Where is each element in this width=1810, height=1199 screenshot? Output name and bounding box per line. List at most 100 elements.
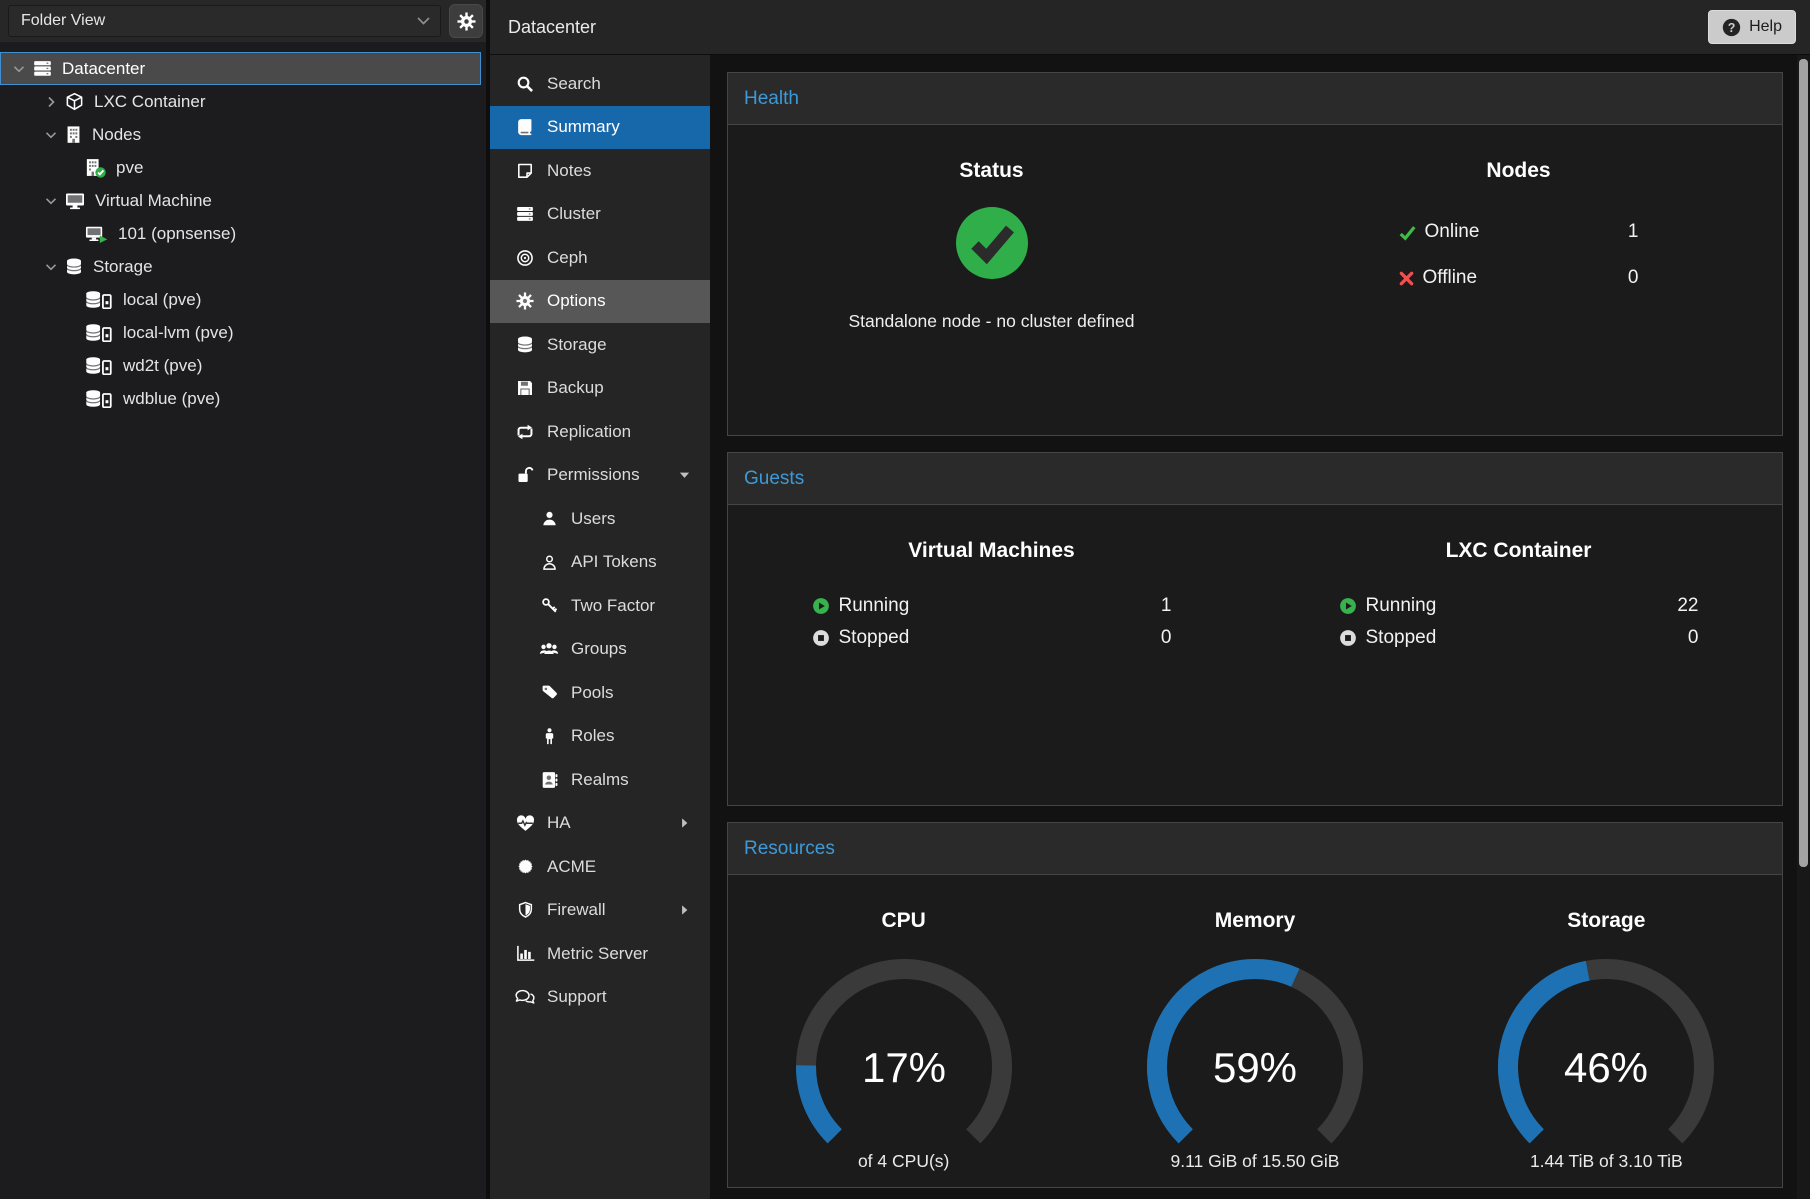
tree-item-nodes[interactable]: Nodes bbox=[0, 118, 481, 151]
menu-item-cluster[interactable]: Cluster bbox=[490, 193, 710, 237]
tree-item-label: Nodes bbox=[92, 125, 141, 145]
menu-item-ceph[interactable]: Ceph bbox=[490, 236, 710, 280]
status-heading: Status bbox=[959, 159, 1023, 183]
building-check-icon bbox=[85, 158, 106, 178]
datacenter-menu: Search SummaryNotes Cluster Ceph OptionsStor… bbox=[490, 55, 710, 1199]
guests-stat-rows: Running22Stopped0 bbox=[1339, 595, 1699, 649]
tree-settings-button[interactable] bbox=[449, 4, 483, 38]
resource-gauge-memory: Memory 59% 9.11 GiB of 15.50 GiB bbox=[1079, 875, 1430, 1188]
menu-item-roles[interactable]: Roles bbox=[490, 715, 710, 759]
view-selector-value: Folder View bbox=[21, 12, 105, 30]
menu-item-api-tokens[interactable]: API Tokens bbox=[490, 541, 710, 585]
stat-label: Running bbox=[1366, 595, 1437, 617]
menu-item-acme[interactable]: ACME bbox=[490, 845, 710, 889]
menu-item-pools[interactable]: Pools bbox=[490, 671, 710, 715]
chevron-down-icon bbox=[417, 17, 430, 25]
menu-item-label: ACME bbox=[547, 857, 596, 877]
tree-item-lxc-container[interactable]: LXC Container bbox=[0, 85, 481, 118]
menu-item-options[interactable]: Options bbox=[490, 280, 710, 324]
stat-label: Stopped bbox=[839, 627, 910, 649]
menu-item-storage[interactable]: Storage bbox=[490, 323, 710, 367]
menu-item-label: Firewall bbox=[547, 900, 606, 920]
menu-item-notes[interactable]: Notes bbox=[490, 149, 710, 193]
stat-row-running: Running 22 bbox=[1339, 595, 1699, 617]
tree-item-virtual-machine[interactable]: Virtual Machine bbox=[0, 184, 481, 217]
content-scrollbar[interactable] bbox=[1797, 55, 1810, 1199]
stat-value: 1 bbox=[1161, 595, 1172, 617]
menu-item-label: Metric Server bbox=[547, 944, 648, 964]
health-panel-header: Health bbox=[728, 73, 1782, 125]
menu-item-label: Replication bbox=[547, 422, 631, 442]
menu-item-label: API Tokens bbox=[571, 552, 657, 572]
view-selector[interactable]: Folder View bbox=[8, 5, 441, 37]
menu-item-support[interactable]: Support bbox=[490, 976, 710, 1020]
desktop-icon bbox=[65, 192, 85, 210]
chevron-down-icon[interactable] bbox=[43, 259, 65, 275]
gauge-heading: CPU bbox=[881, 909, 925, 933]
gauge-percent: 46% bbox=[1564, 1044, 1648, 1091]
resource-tree: DatacenterLXC Container Nodes pveVirtual M… bbox=[0, 42, 486, 415]
menu-item-label: Backup bbox=[547, 378, 604, 398]
gauge-percent: 59% bbox=[1213, 1044, 1297, 1091]
tree-item-wdblue-pve[interactable]: wdblue (pve) bbox=[0, 382, 481, 415]
shield-icon bbox=[514, 901, 536, 919]
gauge-arc: 17% bbox=[779, 949, 1029, 1151]
menu-item-replication[interactable]: Replication bbox=[490, 410, 710, 454]
guests-column-lxc-container: LXC ContainerRunning22Stopped0 bbox=[1255, 505, 1782, 806]
menu-item-permissions[interactable]: Permissions bbox=[490, 454, 710, 498]
nodes-stat-rows: Online1Offline0 bbox=[1399, 221, 1639, 289]
chevron-right-icon[interactable] bbox=[43, 94, 65, 110]
menu-item-label: Cluster bbox=[547, 204, 601, 224]
menu-item-label: Ceph bbox=[547, 248, 588, 268]
menu-item-label: Search bbox=[547, 74, 601, 94]
menu-item-realms[interactable]: Realms bbox=[490, 758, 710, 802]
menu-item-groups[interactable]: Groups bbox=[490, 628, 710, 672]
gear-icon bbox=[514, 292, 536, 310]
page-title: Datacenter bbox=[508, 17, 596, 38]
tree-item-label: wdblue (pve) bbox=[123, 389, 220, 409]
menu-item-metric-server[interactable]: Metric Server bbox=[490, 932, 710, 976]
menu-item-ha[interactable]: HA bbox=[490, 802, 710, 846]
chevron-down-icon[interactable] bbox=[43, 193, 65, 209]
menu-item-label: Realms bbox=[571, 770, 629, 790]
health-nodes-column: Nodes Online1Offline0 bbox=[1255, 125, 1782, 436]
stat-value: 22 bbox=[1677, 595, 1698, 617]
stat-value: 0 bbox=[1628, 267, 1639, 289]
menu-item-two-factor[interactable]: Two Factor bbox=[490, 584, 710, 628]
health-panel: Health Status Standalone node - no clust… bbox=[727, 72, 1783, 436]
gauge-caption: of 4 CPU(s) bbox=[858, 1151, 949, 1172]
database-icon bbox=[514, 335, 536, 354]
stat-row-offline: Offline0 bbox=[1399, 267, 1639, 289]
menu-item-firewall[interactable]: Firewall bbox=[490, 889, 710, 933]
person-icon bbox=[538, 728, 560, 745]
guests-panel-header: Guests bbox=[728, 453, 1782, 505]
stat-label: Stopped bbox=[1366, 627, 1437, 649]
resources-panel-title: Resources bbox=[744, 838, 835, 860]
menu-item-search[interactable]: Search bbox=[490, 62, 710, 106]
gauge-heading: Memory bbox=[1215, 909, 1296, 933]
gauge-caption: 9.11 GiB of 15.50 GiB bbox=[1171, 1151, 1340, 1172]
menu-item-label: Roles bbox=[571, 726, 614, 746]
help-button[interactable]: ? Help bbox=[1708, 10, 1796, 44]
header-bar: Datacenter ? Help bbox=[490, 0, 1810, 55]
chevron-down-icon[interactable] bbox=[43, 127, 65, 143]
tree-item-local-pve[interactable]: local (pve) bbox=[0, 283, 481, 316]
tree-item-pve[interactable]: pve bbox=[0, 151, 481, 184]
database-drive-icon bbox=[85, 290, 113, 309]
user-o-icon bbox=[538, 554, 560, 571]
play-circle-icon bbox=[812, 597, 830, 615]
scrollbar-thumb[interactable] bbox=[1799, 59, 1808, 867]
cube-icon bbox=[65, 92, 84, 111]
chevron-down-icon[interactable] bbox=[11, 61, 33, 77]
tree-item-local-lvm-pve[interactable]: local-lvm (pve) bbox=[0, 316, 481, 349]
help-button-label: Help bbox=[1749, 18, 1782, 36]
menu-item-users[interactable]: Users bbox=[490, 497, 710, 541]
tree-item-storage[interactable]: Storage bbox=[0, 250, 481, 283]
menu-item-summary[interactable]: Summary bbox=[490, 106, 710, 150]
menu-item-label: Users bbox=[571, 509, 615, 529]
menu-item-backup[interactable]: Backup bbox=[490, 367, 710, 411]
tree-item-datacenter[interactable]: Datacenter bbox=[0, 52, 481, 85]
tree-item-101-opnsense[interactable]: 101 (opnsense) bbox=[0, 217, 481, 250]
check-icon bbox=[1399, 224, 1416, 241]
tree-item-wd2t-pve[interactable]: wd2t (pve) bbox=[0, 349, 481, 382]
